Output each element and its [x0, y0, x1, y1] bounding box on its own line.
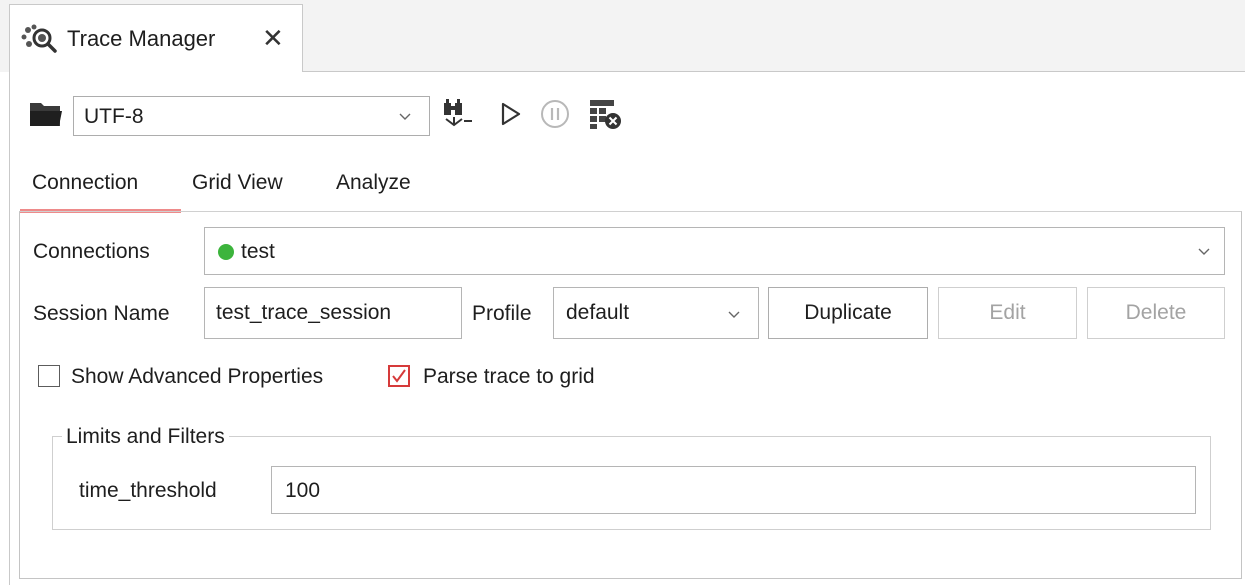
show-advanced-label: Show Advanced Properties [71, 365, 324, 388]
chevron-down-icon [399, 110, 411, 122]
session-name-label: Session Name [33, 302, 170, 325]
pause-icon[interactable] [538, 97, 572, 131]
connections-dropdown[interactable]: test [204, 227, 1225, 275]
tab-analyze[interactable]: Analyze [336, 171, 411, 195]
session-name-value: test_trace_session [216, 301, 392, 324]
time-threshold-label: time_threshold [79, 479, 217, 502]
time-threshold-value: 100 [285, 479, 321, 502]
profile-label: Profile [472, 302, 532, 325]
profile-value: default [566, 301, 630, 324]
session-name-input[interactable]: test_trace_session [204, 287, 462, 339]
limits-group-title: Limits and Filters [62, 425, 229, 449]
profile-dropdown[interactable]: default [553, 287, 759, 339]
tab-connection[interactable]: Connection [32, 171, 138, 195]
duplicate-button[interactable]: Duplicate [768, 287, 928, 339]
connection-status-dot [218, 244, 234, 260]
checkmark-icon [392, 369, 406, 383]
trace-magnifier-icon [20, 24, 58, 54]
folder-open-icon[interactable] [28, 97, 64, 131]
binoculars-icon[interactable] [440, 97, 474, 131]
play-icon[interactable] [494, 97, 528, 131]
parse-trace-label: Parse trace to grid [423, 365, 595, 388]
connections-label: Connections [33, 240, 150, 263]
edit-button[interactable]: Edit [938, 287, 1077, 339]
show-advanced-checkbox[interactable] [38, 365, 60, 387]
encoding-dropdown[interactable]: UTF-8 [73, 96, 430, 136]
chevron-down-icon [728, 308, 740, 320]
delete-button[interactable]: Delete [1087, 287, 1225, 339]
parse-trace-checkbox[interactable] [388, 365, 410, 387]
connection-value: test [241, 240, 275, 263]
close-tab-icon[interactable]: ✕ [262, 24, 284, 52]
encoding-value: UTF-8 [84, 105, 144, 128]
time-threshold-input[interactable]: 100 [271, 466, 1196, 514]
tab-title: Trace Manager [67, 26, 216, 51]
tab-grid-view[interactable]: Grid View [192, 171, 283, 195]
chevron-down-icon [1198, 245, 1210, 257]
clear-grid-icon[interactable] [588, 97, 622, 131]
